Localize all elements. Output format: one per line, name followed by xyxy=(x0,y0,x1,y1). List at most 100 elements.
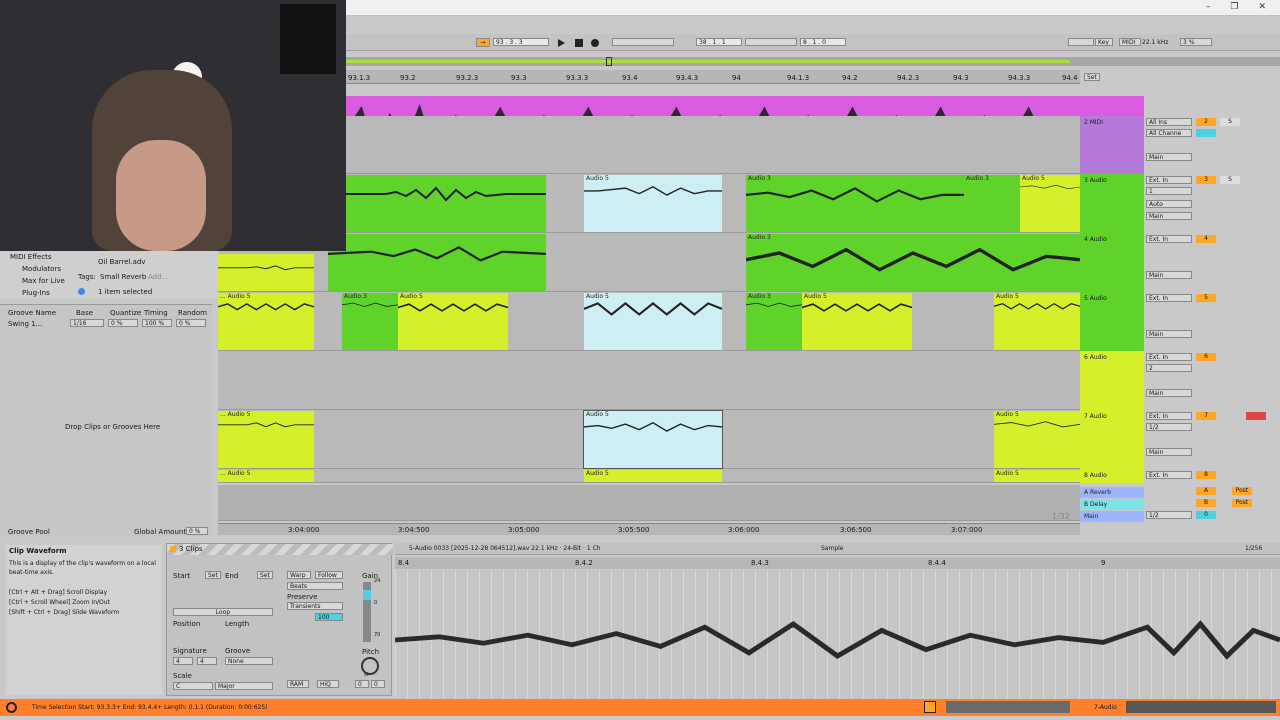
track-activator[interactable]: 5 xyxy=(1196,294,1216,302)
loop-start-field[interactable]: 38 . 1 . 1 xyxy=(696,38,742,46)
input-channel-select[interactable]: 2 xyxy=(1146,364,1192,372)
gain-slider[interactable] xyxy=(363,582,371,642)
track-header-midi[interactable]: 2 MIDI xyxy=(1080,116,1144,174)
clip[interactable]: ... Audio 5 xyxy=(218,411,314,468)
track-lane-6[interactable] xyxy=(218,351,1080,410)
arrangement-position[interactable]: 93 . 3 . 3 xyxy=(493,38,549,46)
loop-length-field[interactable]: 8 . 1 . 0 xyxy=(800,38,846,46)
browser-file[interactable]: Oil Barrel.adv xyxy=(98,258,146,266)
track-lane-5[interactable]: ... Audio 5 Audio 3 Audio 5 Audio 5 Audi… xyxy=(218,292,1080,351)
hiq-button[interactable]: HiQ xyxy=(317,680,339,688)
warning-icon[interactable] xyxy=(924,701,936,713)
clip[interactable]: Audio 5 xyxy=(994,411,1080,468)
track-activator[interactable]: 3 xyxy=(1196,176,1216,184)
clip[interactable]: Audio 3 xyxy=(746,293,802,350)
output-select[interactable]: Main xyxy=(1146,330,1192,338)
groove-quantize[interactable]: 0 % xyxy=(108,319,138,327)
input-type-select[interactable]: Ext. In xyxy=(1146,294,1192,302)
track-lane-midi[interactable] xyxy=(218,116,1080,174)
signature-denominator[interactable]: 4 xyxy=(197,657,217,665)
groove-base[interactable]: 1/16 xyxy=(70,319,104,327)
track-header-7[interactable]: 7 Audio xyxy=(1080,410,1144,469)
overview-strip[interactable] xyxy=(346,57,1280,66)
clip[interactable]: Audio 5 xyxy=(584,293,722,350)
stop-icon[interactable] xyxy=(575,39,583,47)
clip[interactable]: Audio 5 xyxy=(994,470,1080,482)
input-type-select[interactable]: Ext. In xyxy=(1146,235,1192,243)
track-activator[interactable]: 4 xyxy=(1196,235,1216,243)
track-header-3[interactable]: 3 Audio xyxy=(1080,174,1144,233)
return-activator[interactable]: A xyxy=(1196,487,1216,495)
track-activator[interactable]: 6 xyxy=(1196,353,1216,361)
scale-mode-select[interactable]: Major xyxy=(215,682,273,690)
track-lane-4[interactable]: Audio 3 xyxy=(218,233,1080,292)
pan-knob[interactable] xyxy=(1196,129,1216,137)
track-lane-3[interactable]: Audio 5 Audio 3 Audio 3 Audio 5 xyxy=(218,174,1080,233)
groove-select[interactable]: None xyxy=(225,657,273,665)
draw-mode-button[interactable] xyxy=(1068,38,1094,46)
clip[interactable] xyxy=(346,96,1080,116)
track-header-5[interactable]: 5 Audio xyxy=(1080,292,1144,351)
browser-category[interactable]: MIDI Effects xyxy=(10,253,52,261)
post-button[interactable]: Post xyxy=(1232,487,1252,495)
track-lane-1[interactable] xyxy=(218,96,1080,116)
set-locator-button[interactable]: Set xyxy=(1084,73,1100,81)
loop-punch-tools[interactable] xyxy=(745,38,797,46)
start-set-button[interactable]: Set xyxy=(205,571,221,579)
clip[interactable]: Audio 3 xyxy=(746,175,964,232)
end-set-button[interactable]: Set xyxy=(257,571,273,579)
clip[interactable]: Audio 5 xyxy=(584,175,722,232)
output-select[interactable]: Main xyxy=(1146,153,1192,161)
input-channel-select[interactable]: All Channe xyxy=(1146,129,1192,137)
follow-clip-button[interactable]: Follow xyxy=(315,571,343,579)
groove-random[interactable]: 0 % xyxy=(176,319,206,327)
monitor-auto[interactable]: Auto xyxy=(1146,200,1192,208)
warning-icon[interactable] xyxy=(6,702,17,713)
clip[interactable]: Audio 3 xyxy=(342,293,398,350)
browser-category[interactable]: Max for Live xyxy=(22,277,65,285)
close-button[interactable]: ✕ xyxy=(1258,2,1266,14)
groove-name[interactable]: Swing 1... xyxy=(8,320,42,328)
record-icon[interactable] xyxy=(591,39,599,47)
minimize-button[interactable]: – xyxy=(1206,2,1211,14)
clip[interactable]: Audio 3 xyxy=(746,234,1080,291)
clip[interactable]: Audio 5 xyxy=(1020,175,1080,232)
output-select[interactable]: Main xyxy=(1146,271,1192,279)
browser-category[interactable]: Plug-Ins xyxy=(22,289,50,297)
maximize-button[interactable]: ❐ xyxy=(1230,2,1238,14)
play-icon[interactable] xyxy=(558,39,565,47)
clip[interactable] xyxy=(346,175,546,232)
return-activator[interactable]: B xyxy=(1196,499,1216,507)
track-lane-8[interactable]: ... Audio 5 Audio 5 Audio 5 xyxy=(218,469,1080,483)
follow-button[interactable]: → xyxy=(476,38,490,47)
main-volume[interactable]: 0 xyxy=(1196,511,1216,519)
signature-numerator[interactable]: 4 xyxy=(173,657,193,665)
warp-button[interactable]: Warp xyxy=(287,571,311,579)
beat-ruler[interactable]: 93.1.3 93.2 93.2.3 93.3 93.3.3 93.4 93.4… xyxy=(346,70,1080,84)
input-type-select[interactable]: Ext. In xyxy=(1146,412,1192,420)
global-amount-field[interactable]: 0 % xyxy=(186,527,208,535)
track-header-8[interactable]: 8 Audio xyxy=(1080,469,1144,483)
clip[interactable] xyxy=(218,254,314,291)
output-select[interactable]: Main xyxy=(1146,212,1192,220)
clip[interactable] xyxy=(328,234,546,291)
clip[interactable]: Audio 5 xyxy=(802,293,912,350)
sample-waveform-area[interactable] xyxy=(395,570,1280,698)
output-select[interactable]: Main xyxy=(1146,389,1192,397)
input-channel-select[interactable]: 1/2 xyxy=(1146,423,1192,431)
return-track-reverb[interactable]: A Reverb xyxy=(1080,487,1144,498)
main-output-select[interactable]: 1/2 xyxy=(1146,511,1192,519)
output-select[interactable]: Main xyxy=(1146,448,1192,456)
solo-button[interactable]: S xyxy=(1220,176,1240,184)
ram-button[interactable]: RAM xyxy=(287,680,309,688)
clip[interactable]: Audio 5 xyxy=(994,293,1080,350)
preserve-select[interactable]: Transients xyxy=(287,602,343,610)
loop-button[interactable]: Loop xyxy=(173,608,273,616)
groove-timing[interactable]: 100 % xyxy=(142,319,172,327)
arm-button[interactable] xyxy=(1246,412,1266,420)
browser-category[interactable]: Modulators xyxy=(22,265,61,273)
clip[interactable]: Audio 5 xyxy=(398,293,508,350)
add-tag-button[interactable]: Add... xyxy=(148,273,168,281)
track-header-1[interactable] xyxy=(1080,96,1144,116)
warp-mode-select[interactable]: Beats xyxy=(287,582,343,590)
